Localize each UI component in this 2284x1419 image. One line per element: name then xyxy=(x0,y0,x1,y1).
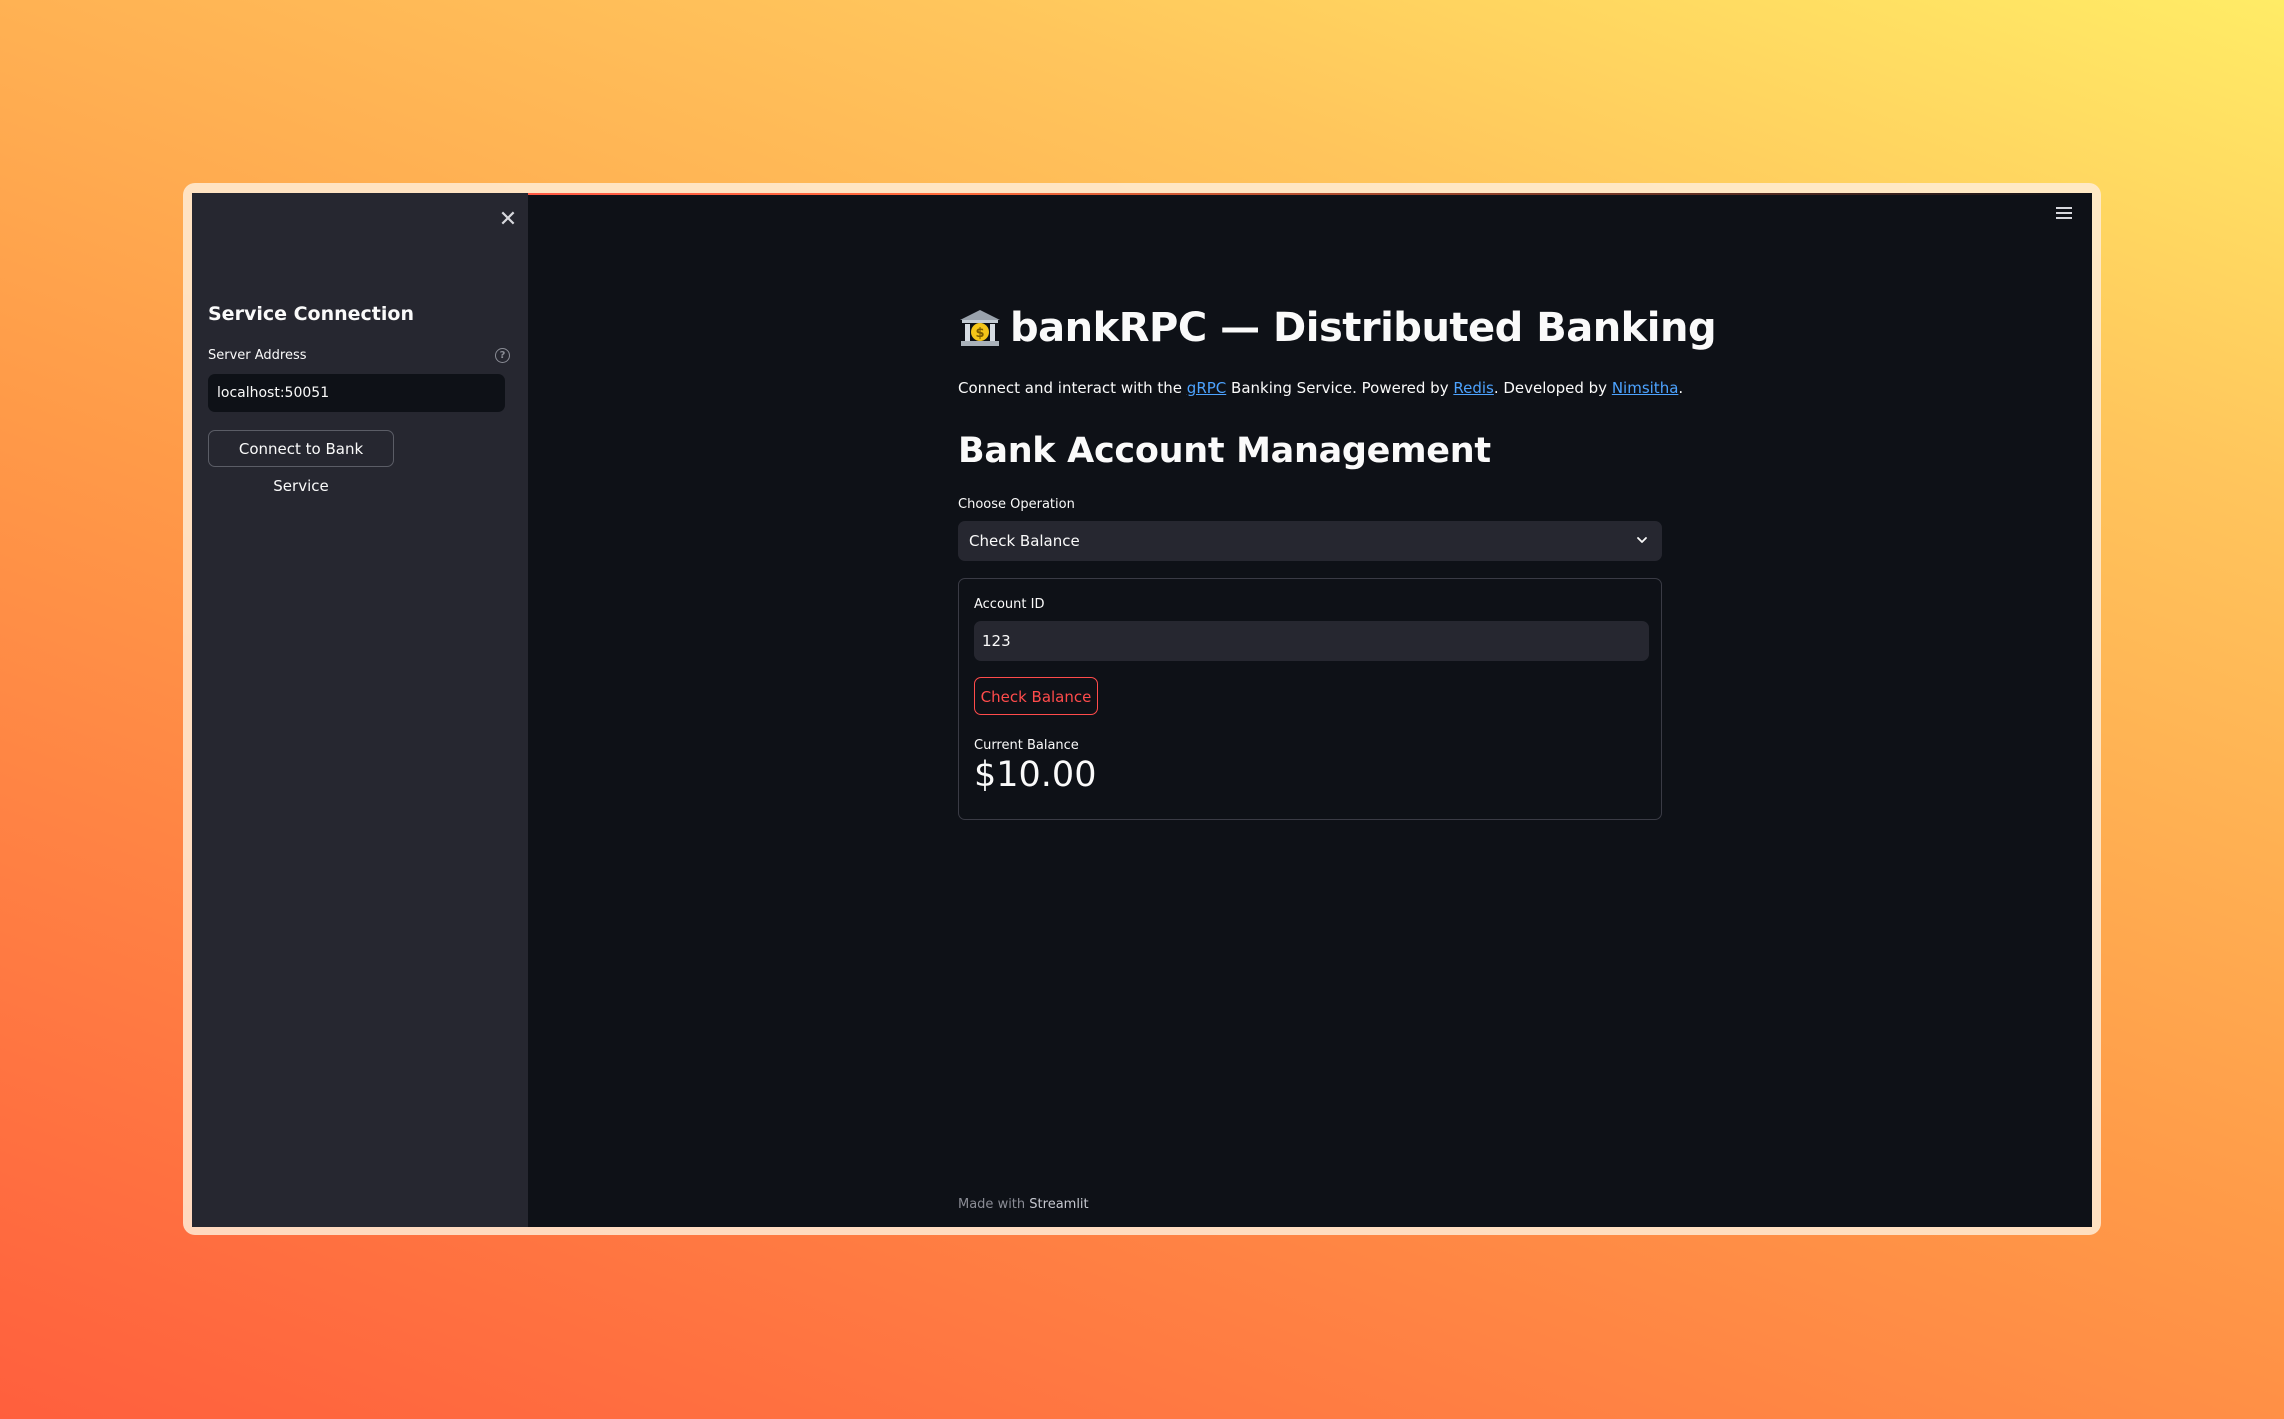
chevron-down-icon xyxy=(1637,537,1647,543)
current-balance-label: Current Balance xyxy=(974,738,1079,753)
redis-link[interactable]: Redis xyxy=(1453,379,1493,397)
bank-icon: $ xyxy=(960,310,1000,346)
subtitle-text: . Developed by xyxy=(1493,379,1612,397)
footer-prefix: Made with xyxy=(958,1197,1030,1212)
close-icon[interactable]: ✕ xyxy=(494,206,522,234)
subtitle-text: Banking Service. Powered by xyxy=(1226,379,1454,397)
grpc-link[interactable]: gRPC xyxy=(1187,379,1226,397)
subtitle: Connect and interact with the gRPC Banki… xyxy=(958,379,1683,397)
subtitle-text: Connect and interact with the xyxy=(958,379,1187,397)
operation-selected-value: Check Balance xyxy=(969,532,1080,550)
svg-text:$: $ xyxy=(975,326,984,341)
hamburger-menu-icon[interactable] xyxy=(2056,207,2072,221)
streamlit-link[interactable]: Streamlit xyxy=(1029,1197,1088,1212)
connect-button[interactable]: Connect to Bank Service xyxy=(208,430,394,495)
help-icon[interactable]: ? xyxy=(495,348,510,363)
check-balance-button[interactable]: Check Balance xyxy=(974,677,1098,715)
app-window: ✕ Service Connection Server Address ? lo… xyxy=(192,193,2092,1227)
nimsitha-link[interactable]: Nimsitha xyxy=(1612,379,1679,397)
page-title-row: $ bankRPC — Distributed Banking xyxy=(958,305,1717,351)
account-id-input[interactable]: 123 xyxy=(974,621,1649,661)
current-balance-value: $10.00 xyxy=(974,755,1097,795)
section-title: Bank Account Management xyxy=(958,431,1491,471)
page-title: bankRPC — Distributed Banking xyxy=(1010,305,1717,351)
account-id-label: Account ID xyxy=(974,597,1045,612)
subtitle-text: . xyxy=(1678,379,1684,397)
operation-label: Choose Operation xyxy=(958,497,1075,512)
server-address-label: Server Address xyxy=(208,348,307,363)
balance-form: Account ID 123 Check Balance Current Bal… xyxy=(958,578,1662,820)
sidebar-title: Service Connection xyxy=(208,303,414,325)
sidebar: ✕ Service Connection Server Address ? lo… xyxy=(192,193,528,1227)
footer: Made with Streamlit xyxy=(958,1197,1089,1212)
main-content: $ bankRPC — Distributed Banking Connect … xyxy=(958,193,1717,1227)
operation-select[interactable]: Check Balance xyxy=(958,521,1662,561)
server-address-input[interactable]: localhost:50051 xyxy=(208,374,505,412)
